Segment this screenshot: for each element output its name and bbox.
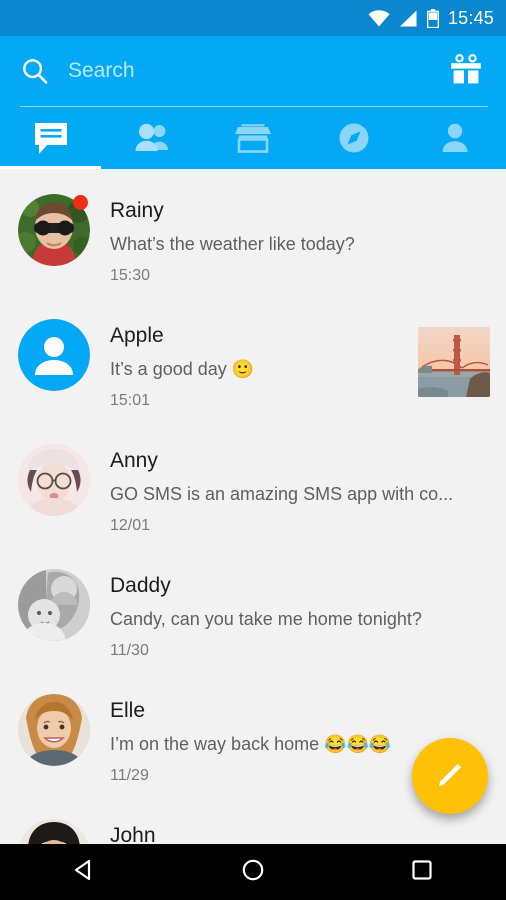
app-header — [0, 36, 506, 169]
message-time: 12/01 — [110, 517, 151, 534]
status-bar-clock: 15:45 — [447, 7, 494, 28]
tab-indicator — [101, 166, 202, 169]
contact-name: Anny — [110, 449, 158, 472]
message-time: 15:01 — [110, 392, 151, 409]
message-preview: It’s a good day 🙂 — [110, 359, 255, 379]
tab-contacts[interactable] — [101, 107, 202, 169]
unread-badge — [73, 195, 88, 210]
cellular-signal-icon — [399, 10, 418, 27]
people-icon — [131, 121, 173, 155]
nav-back-button[interactable] — [0, 844, 169, 900]
conversation-text: Anny GO SMS is an amazing SMS app with c… — [110, 444, 490, 539]
contact-name: Apple — [110, 324, 164, 347]
contact-name: Elle — [110, 699, 146, 722]
wifi-icon — [368, 9, 390, 27]
contact-name: John — [110, 824, 156, 844]
conversation-text: Apple It’s a good day 🙂 15:01 — [110, 319, 408, 414]
compose-pencil-icon — [431, 756, 469, 797]
avatar[interactable] — [18, 819, 90, 844]
avatar[interactable] — [18, 444, 90, 516]
avatar[interactable] — [18, 694, 90, 766]
message-thumbnail[interactable] — [418, 327, 490, 397]
avatar-photo-father-baby-bw — [18, 569, 90, 641]
tab-active-indicator — [0, 166, 102, 169]
search-icon — [20, 56, 50, 86]
avatar[interactable] — [18, 319, 90, 391]
golden-gate-bridge-image — [418, 327, 490, 397]
compass-icon — [336, 120, 372, 156]
back-triangle-icon — [71, 857, 97, 888]
contact-name: Rainy — [110, 199, 164, 222]
avatar[interactable] — [18, 194, 90, 266]
search-input[interactable] — [68, 59, 434, 83]
nav-home-button[interactable] — [169, 844, 338, 900]
search-bar — [0, 36, 506, 106]
avatar-default-person-blue — [18, 319, 90, 391]
tab-indicator — [202, 166, 303, 169]
message-time: 11/30 — [110, 642, 149, 659]
tab-profile[interactable] — [405, 107, 506, 169]
message-preview: Candy, can you take me home tonight? — [110, 609, 422, 629]
nav-recents-button[interactable] — [337, 844, 506, 900]
tab-messages[interactable] — [0, 107, 102, 169]
conversation-text: Daddy Candy, can you take me home tonigh… — [110, 569, 490, 664]
home-circle-icon — [240, 857, 266, 888]
gift-icon — [448, 51, 484, 92]
avatar-photo-dark-hair — [18, 819, 90, 844]
tab-bar — [0, 107, 506, 169]
tab-store[interactable] — [202, 107, 303, 169]
tab-indicator — [304, 166, 405, 169]
message-preview: What’s the weather like today? — [110, 234, 355, 254]
android-nav-bar — [0, 844, 506, 900]
avatar-photo-woman-glasses — [18, 444, 90, 516]
storefront-icon — [234, 121, 272, 155]
person-icon — [438, 121, 472, 155]
avatar[interactable] — [18, 569, 90, 641]
conversation-row[interactable]: Rainy What’s the weather like today? 15:… — [0, 178, 506, 303]
avatar-photo-woman-smiling — [18, 694, 90, 766]
conversation-row[interactable]: Apple It’s a good day 🙂 15:01 — [0, 303, 506, 428]
search-field-group[interactable] — [20, 56, 434, 86]
contact-name: Daddy — [110, 574, 171, 597]
message-time: 15:30 — [110, 267, 151, 284]
status-bar: 15:45 — [0, 0, 506, 36]
tab-indicator — [405, 166, 506, 169]
conversation-row[interactable]: John — [0, 803, 506, 844]
tab-discover[interactable] — [304, 107, 405, 169]
app-screen: 15:45 Search Rainy What’s the weather li… — [0, 0, 506, 900]
conversation-row[interactable]: Daddy Candy, can you take me home tonigh… — [0, 553, 506, 678]
battery-icon — [426, 8, 439, 28]
chat-bubble-icon — [31, 120, 71, 156]
conversation-text: Rainy What’s the weather like today? 15:… — [110, 194, 490, 289]
conversation-text: John — [110, 819, 490, 844]
recents-square-icon — [409, 857, 435, 888]
compose-fab[interactable] — [412, 738, 488, 814]
gift-button[interactable] — [444, 49, 488, 93]
message-preview: GO SMS is an amazing SMS app with co... — [110, 484, 454, 504]
conversation-row[interactable]: Anny GO SMS is an amazing SMS app with c… — [0, 428, 506, 553]
